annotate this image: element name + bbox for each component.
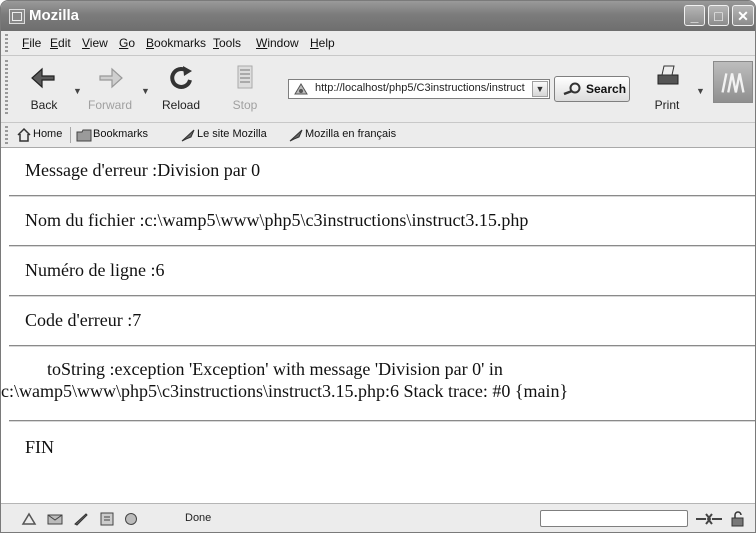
padlock-icon[interactable]: [728, 511, 748, 527]
separator: [70, 127, 71, 143]
close-button[interactable]: ✕: [732, 5, 754, 26]
menu-help[interactable]: Help: [310, 36, 335, 50]
menu-view[interactable]: View: [82, 36, 108, 50]
mozilla-lizard-icon: [289, 129, 303, 142]
url-input[interactable]: http://localhost/php5/C3instructions/ins…: [315, 82, 525, 94]
throbber-logo[interactable]: [713, 61, 753, 103]
bookmarks-folder-icon: [76, 129, 92, 142]
mozilla-lizard-icon: [181, 129, 195, 142]
reload-button[interactable]: Reload: [156, 58, 206, 118]
forward-dropdown-icon[interactable]: ▼: [141, 86, 150, 96]
error-tostring: toString :exception 'Exception' with mes…: [1, 358, 755, 402]
app-icon: [9, 9, 25, 24]
menu-go[interactable]: Go: [119, 36, 135, 50]
back-label: Back: [30, 98, 58, 112]
title-bar[interactable]: Mozilla _ □ ✕: [1, 1, 755, 31]
bookmarks-label: Bookmarks: [93, 128, 149, 140]
toolbar-grip[interactable]: [5, 126, 8, 144]
menu-edit[interactable]: Edit: [50, 36, 71, 50]
error-file: Nom du fichier :c:\wamp5\www\php5\c3inst…: [25, 210, 529, 230]
bookmarks-link[interactable]: Bookmarks: [76, 126, 176, 144]
search-label: Search: [586, 82, 627, 96]
error-tostring-text: toString :exception 'Exception' with mes…: [1, 359, 569, 401]
toolbar-grip[interactable]: [5, 34, 8, 52]
error-code: Code d'erreur :7: [25, 310, 142, 330]
back-arrow-icon: [31, 67, 55, 89]
search-button[interactable]: Search: [554, 76, 630, 102]
mozilla-en-francais-label: Mozilla en français: [305, 128, 397, 140]
fin-text: FIN: [25, 437, 55, 457]
online-offline-icon[interactable]: [694, 511, 724, 527]
navigator-icon[interactable]: [21, 512, 37, 526]
le-site-mozilla-link[interactable]: Le site Mozilla: [180, 126, 300, 144]
search-icon: [563, 82, 581, 96]
home-icon: [17, 127, 31, 142]
forward-button[interactable]: Forward: [85, 58, 135, 118]
horizontal-rule: [9, 295, 755, 297]
menu-bookmarks[interactable]: Bookmarks: [146, 36, 206, 50]
back-dropdown-icon[interactable]: ▼: [73, 86, 82, 96]
status-bar: Done: [1, 503, 755, 532]
stop-button[interactable]: Stop: [220, 58, 270, 118]
chat-icon[interactable]: [123, 512, 139, 526]
mail-icon[interactable]: [47, 512, 63, 526]
menu-tools[interactable]: Tools: [213, 36, 241, 50]
home-label: Home: [33, 128, 63, 140]
error-message: Message d'erreur :Division par 0: [25, 160, 261, 180]
forward-label: Forward: [87, 98, 132, 112]
print-dropdown-icon[interactable]: ▼: [696, 86, 705, 96]
composer-icon[interactable]: [73, 512, 89, 526]
window-title: Mozilla: [29, 7, 80, 24]
menu-window[interactable]: Window: [256, 36, 299, 50]
horizontal-rule: [9, 420, 755, 422]
home-link[interactable]: Home: [16, 126, 68, 144]
print-label: Print: [654, 98, 680, 112]
error-line: Numéro de ligne :6: [25, 260, 165, 280]
progress-bar: [540, 510, 688, 527]
stop-icon: [237, 65, 253, 89]
url-bar[interactable]: http://localhost/php5/C3instructions/ins…: [288, 79, 550, 99]
stop-label: Stop: [232, 98, 258, 112]
address-book-icon[interactable]: [99, 512, 115, 526]
print-button[interactable]: Print: [642, 58, 692, 118]
menu-file[interactable]: File: [22, 36, 41, 50]
personal-toolbar: Home Bookmarks Le site Mozilla Mozilla e…: [1, 123, 755, 148]
reload-label: Reload: [161, 98, 201, 112]
status-text: Done: [185, 512, 212, 524]
horizontal-rule: [9, 195, 755, 197]
navigation-toolbar: Back ▼ Forward ▼ Reload Stop http://loca…: [1, 56, 755, 123]
back-button[interactable]: Back: [19, 58, 69, 118]
horizontal-rule: [9, 345, 755, 347]
horizontal-rule: [9, 245, 755, 247]
url-dropdown-icon[interactable]: ▼: [532, 81, 548, 97]
printer-icon: [657, 65, 679, 85]
toolbar-grip[interactable]: [5, 60, 8, 116]
page-content: Message d'erreur :Division par 0 Nom du …: [1, 148, 755, 503]
menu-bar: File Edit View Go Bookmarks Tools Window…: [1, 31, 755, 56]
le-site-mozilla-label: Le site Mozilla: [197, 128, 267, 140]
browser-window: Mozilla _ □ ✕ File Edit View Go Bookmark…: [0, 0, 756, 533]
forward-arrow-icon: [99, 67, 123, 89]
reload-icon: [170, 66, 192, 89]
mozilla-en-francais-link[interactable]: Mozilla en français: [288, 126, 418, 144]
page-icon: [294, 83, 308, 95]
maximize-button[interactable]: □: [708, 5, 729, 26]
minimize-button[interactable]: _: [684, 5, 705, 26]
mozilla-logo-icon: [721, 73, 745, 93]
